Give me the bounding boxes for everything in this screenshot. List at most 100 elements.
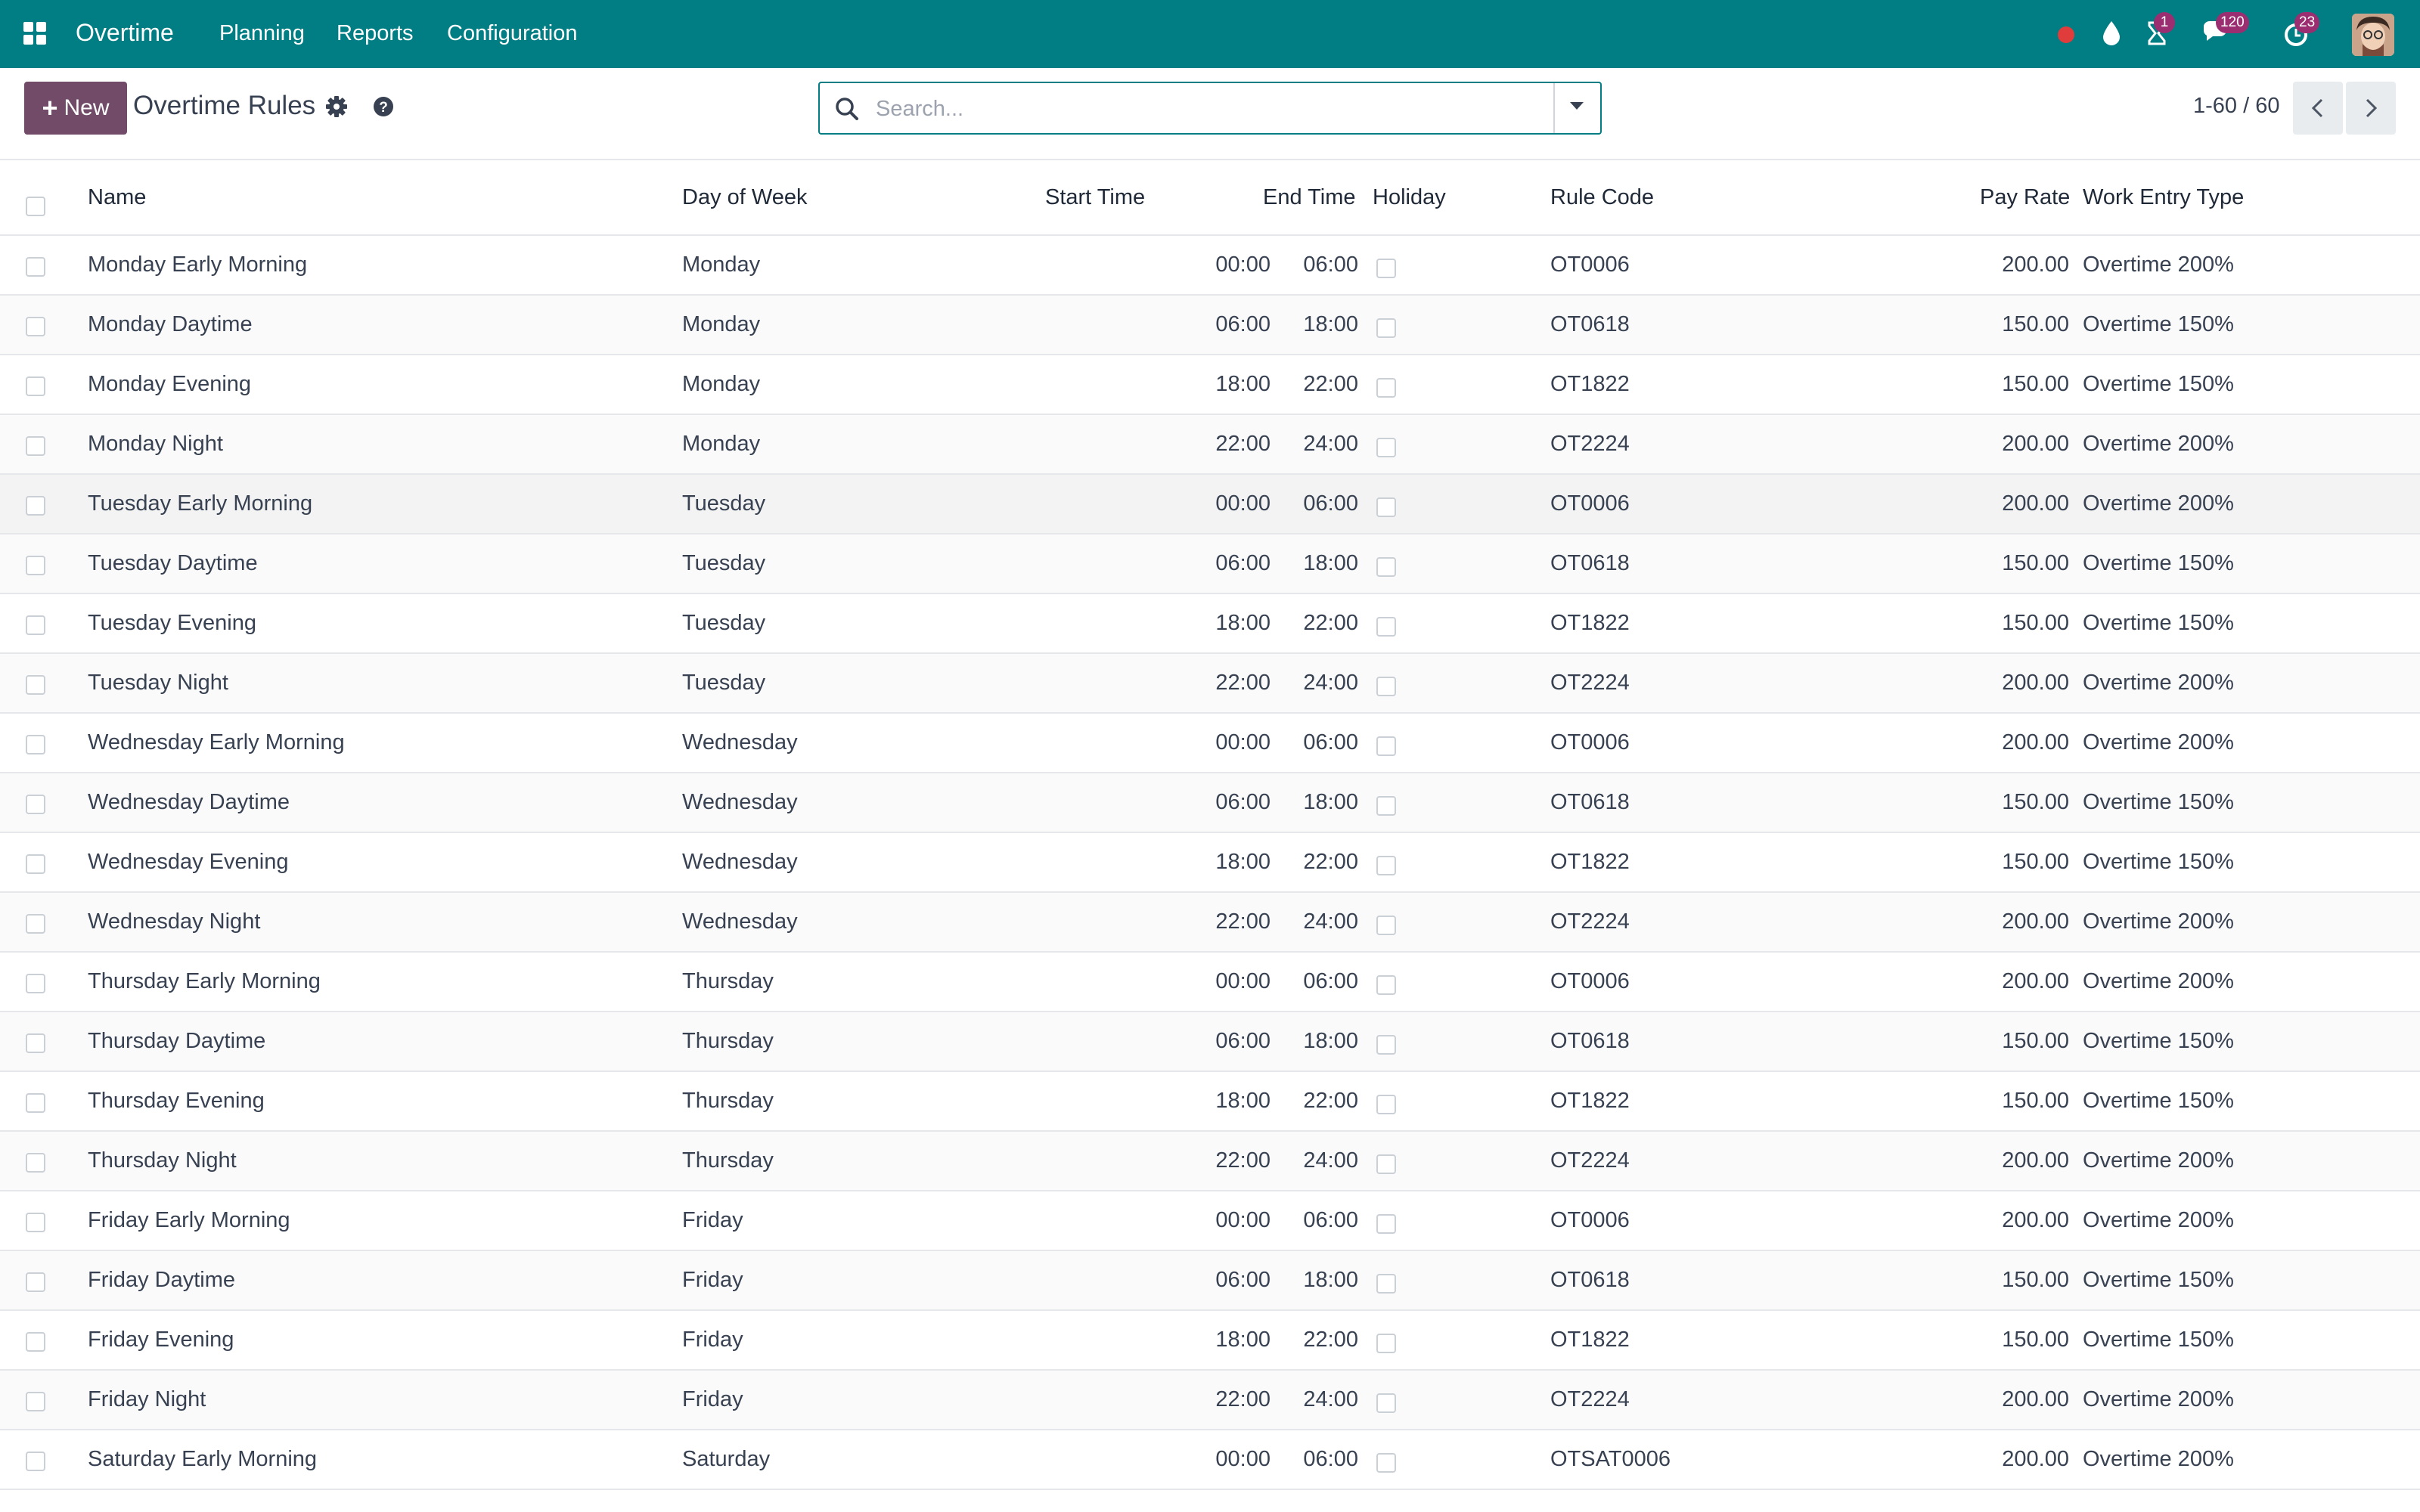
row-select-checkbox[interactable] (26, 914, 45, 934)
cell-day-of-week: Friday (682, 1208, 743, 1232)
table-row[interactable]: Friday Daytime Friday 06:00 18:00 OT0618 150.… (0, 1251, 2420, 1311)
cell-end-time: 22:00 (1303, 1328, 1358, 1352)
cell-name: Thursday Daytime (88, 1029, 266, 1053)
cell-name: Wednesday Night (88, 909, 261, 934)
app-name[interactable]: Overtime (76, 19, 174, 47)
cell-rule-code: OT0006 (1550, 1208, 1630, 1232)
activity-button[interactable]: 1 (2140, 12, 2175, 50)
row-select-checkbox[interactable] (26, 436, 45, 456)
cell-pay-rate: 150.00 (2002, 1029, 2069, 1053)
apps-grid-icon[interactable] (23, 22, 46, 45)
cell-day-of-week: Tuesday (682, 551, 766, 575)
table-row[interactable]: Saturday Early Morning Saturday 00:00 06:00… (0, 1430, 2420, 1490)
table-row[interactable]: Thursday Daytime Thursday 06:00 18:00 OT0618… (0, 1012, 2420, 1072)
cell-end-time: 22:00 (1303, 850, 1358, 874)
record-dot-icon[interactable] (2051, 17, 2084, 50)
pager-previous-button[interactable] (2293, 82, 2343, 135)
menu-planning[interactable]: Planning (219, 21, 305, 46)
cell-end-time: 06:00 (1303, 253, 1358, 277)
table-row[interactable]: Wednesday Early Morning Wednesday 00:00 06:… (0, 714, 2420, 773)
table-row[interactable]: Tuesday Early Morning Tuesday 00:00 06:00 OT… (0, 475, 2420, 534)
table-row[interactable]: Tuesday Evening Tuesday 18:00 22:00 OT1822 15… (0, 594, 2420, 654)
row-select-checkbox[interactable] (26, 1093, 45, 1113)
row-select-checkbox[interactable] (26, 1452, 45, 1471)
column-header-end-time[interactable]: End Time (1263, 185, 1356, 210)
column-header-name[interactable]: Name (88, 185, 146, 210)
row-select-checkbox[interactable] (26, 317, 45, 336)
search-options-toggle[interactable] (1553, 83, 1600, 133)
cell-work-entry-type: Overtime 200% (2083, 1447, 2234, 1471)
row-select-checkbox[interactable] (26, 556, 45, 575)
table-row[interactable]: Friday Night Friday 22:00 24:00 OT2224 200.00… (0, 1371, 2420, 1430)
pager-next-button[interactable] (2346, 82, 2396, 135)
row-select-checkbox[interactable] (26, 1033, 45, 1053)
row-select-checkbox[interactable] (26, 1153, 45, 1173)
row-select-checkbox[interactable] (26, 1213, 45, 1232)
table-row[interactable]: Tuesday Night Tuesday 22:00 24:00 OT2224 200.… (0, 654, 2420, 714)
cell-pay-rate: 200.00 (2002, 1148, 2069, 1173)
cell-start-time: 06:00 (1215, 1029, 1270, 1053)
column-header-holiday[interactable]: Holiday (1373, 185, 1446, 210)
row-select-checkbox[interactable] (26, 735, 45, 754)
column-header-pay-rate[interactable]: Pay Rate (1980, 185, 2070, 210)
user-avatar[interactable] (2352, 14, 2394, 56)
cell-rule-code: OT2224 (1550, 1387, 1630, 1411)
cell-work-entry-type: Overtime 150% (2083, 1328, 2234, 1352)
cell-start-time: 06:00 (1215, 1268, 1270, 1292)
table-row[interactable]: Thursday Night Thursday 22:00 24:00 OT2224 20… (0, 1132, 2420, 1191)
table-row[interactable]: Monday Night Monday 22:00 24:00 OT2224 200.00… (0, 415, 2420, 475)
cell-end-time: 18:00 (1303, 551, 1358, 575)
cell-end-time: 24:00 (1303, 432, 1358, 456)
table-row[interactable]: Monday Early Morning Monday 00:00 06:00 OT00… (0, 236, 2420, 296)
pager-value[interactable]: 1-60 / 60 (2193, 94, 2279, 119)
question-circle-icon[interactable]: ? (371, 94, 396, 119)
row-select-checkbox[interactable] (26, 257, 45, 277)
row-select-checkbox[interactable] (26, 615, 45, 635)
table-row[interactable]: Thursday Evening Thursday 18:00 22:00 OT1822… (0, 1072, 2420, 1132)
cell-name: Saturday Early Morning (88, 1447, 318, 1471)
messages-button[interactable]: 120 (2201, 12, 2249, 50)
table-row[interactable]: Monday Daytime Monday 06:00 18:00 OT0618 150.… (0, 296, 2420, 355)
updates-button[interactable]: 23 (2281, 12, 2320, 50)
table-row[interactable]: Friday Early Morning Friday 00:00 06:00 OT00… (0, 1191, 2420, 1251)
column-header-start-time[interactable]: Start Time (1045, 185, 1145, 210)
table-row[interactable]: Wednesday Night Wednesday 22:00 24:00 OT2224… (0, 893, 2420, 953)
holiday-checkbox (1376, 677, 1396, 696)
cell-work-entry-type: Overtime 150% (2083, 1089, 2234, 1113)
cell-pay-rate: 200.00 (2002, 1447, 2069, 1471)
row-select-checkbox[interactable] (26, 1332, 45, 1352)
cell-rule-code: OTSAT0006 (1550, 1447, 1671, 1471)
cell-start-time: 18:00 (1215, 372, 1270, 396)
cell-pay-rate: 200.00 (2002, 1387, 2069, 1411)
row-select-checkbox[interactable] (26, 376, 45, 396)
table-row[interactable]: Wednesday Daytime Wednesday 06:00 18:00 OT06… (0, 773, 2420, 833)
table-row[interactable]: Tuesday Daytime Tuesday 06:00 18:00 OT0618 15… (0, 534, 2420, 594)
cell-end-time: 06:00 (1303, 1447, 1358, 1471)
cell-work-entry-type: Overtime 200% (2083, 253, 2234, 277)
menu-reports[interactable]: Reports (337, 21, 414, 46)
chevron-left-icon (2311, 98, 2323, 118)
row-select-checkbox[interactable] (26, 854, 45, 874)
row-select-checkbox[interactable] (26, 1272, 45, 1292)
column-header-rule-code[interactable]: Rule Code (1550, 185, 1654, 210)
column-header-work-entry-type[interactable]: Work Entry Type (2083, 185, 2244, 210)
row-select-checkbox[interactable] (26, 675, 45, 695)
gear-icon[interactable] (324, 94, 349, 119)
select-all-checkbox[interactable] (26, 197, 45, 216)
table-row[interactable]: Monday Evening Monday 18:00 22:00 OT1822 150.… (0, 355, 2420, 415)
row-select-checkbox[interactable] (26, 795, 45, 814)
search-input[interactable] (874, 89, 1528, 129)
row-select-checkbox[interactable] (26, 974, 45, 993)
column-header-day-of-week[interactable]: Day of Week (682, 185, 807, 210)
table-row[interactable]: Thursday Early Morning Thursday 00:00 06:00… (0, 953, 2420, 1012)
row-select-checkbox[interactable] (26, 1392, 45, 1411)
cell-start-time: 06:00 (1215, 551, 1270, 575)
cell-rule-code: OT0618 (1550, 790, 1630, 814)
new-button[interactable]: + New (24, 82, 127, 135)
row-select-checkbox[interactable] (26, 496, 45, 516)
water-drop-icon[interactable] (2095, 17, 2128, 50)
menu-configuration[interactable]: Configuration (447, 21, 578, 46)
cell-work-entry-type: Overtime 150% (2083, 372, 2234, 396)
table-row[interactable]: Friday Evening Friday 18:00 22:00 OT1822 150.… (0, 1311, 2420, 1371)
table-row[interactable]: Wednesday Evening Wednesday 18:00 22:00 OT18… (0, 833, 2420, 893)
